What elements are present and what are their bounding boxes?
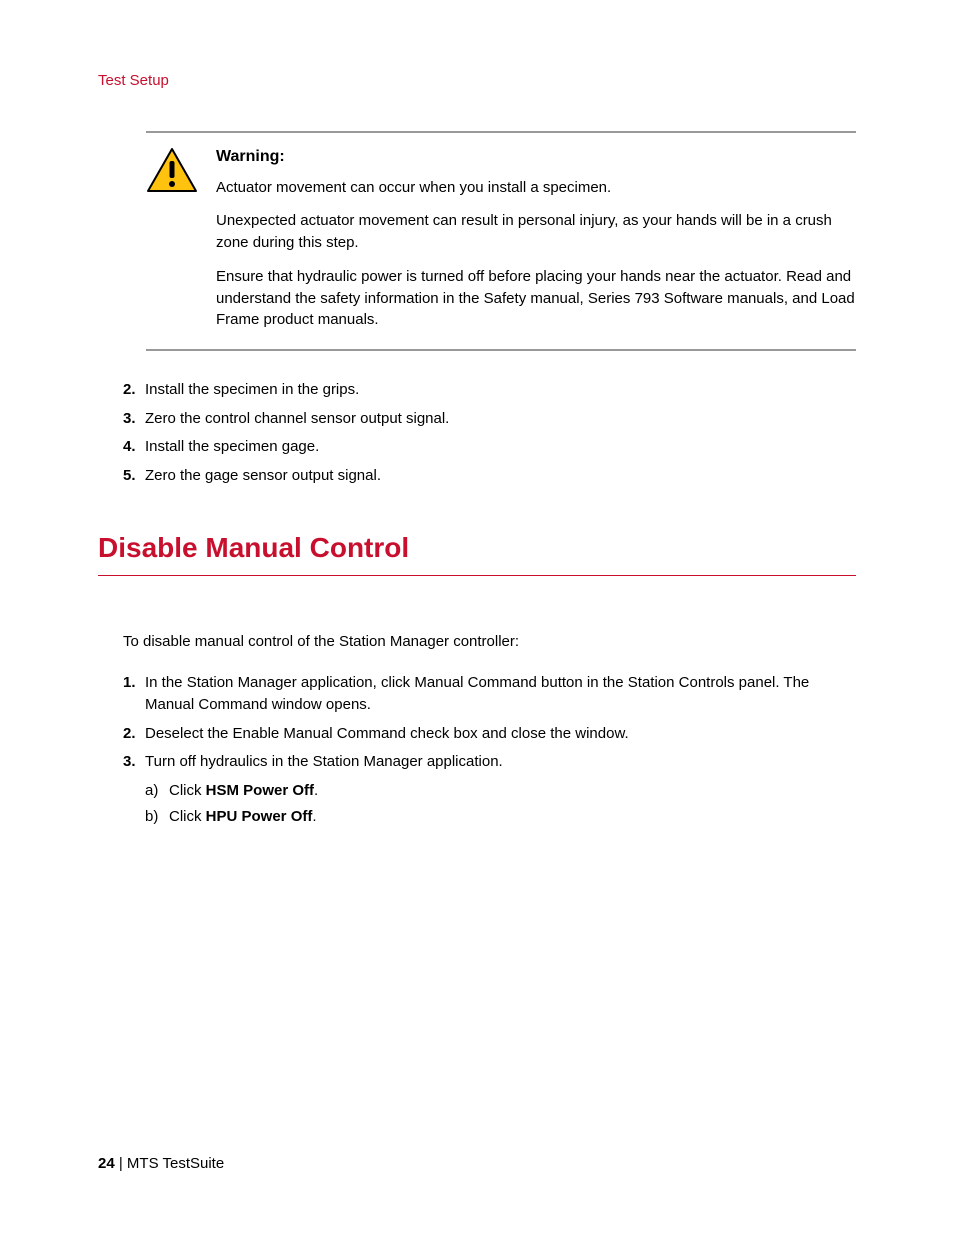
step-text: Turn off hydraulics in the Station Manag… [145,751,503,774]
section-intro: To disable manual control of the Station… [123,631,856,654]
footer-separator: | [115,1155,127,1172]
step-text: Install the specimen in the grips. [145,379,359,402]
step-number: 3. [123,408,145,431]
list-item: a) Click HSM Power Off. [145,780,856,803]
warning-icon [146,147,198,332]
step-text: Deselect the Enable Manual Command check… [145,723,629,746]
heading-divider [98,575,856,576]
warning-paragraph: Ensure that hydraulic power is turned of… [216,266,856,331]
header-section-link: Test Setup [98,70,856,93]
document-title: MTS TestSuite [127,1155,224,1172]
page-number: 24 [98,1155,115,1172]
list-item: 1. In the Station Manager application, c… [123,672,856,717]
list-item: b) Click HPU Power Off. [145,806,856,829]
step-text: In the Station Manager application, clic… [145,672,856,717]
list-item: 3. Zero the control channel sensor outpu… [123,408,856,431]
sub-step-text: Click HPU Power Off. [169,806,317,829]
sub-step-marker: a) [145,780,169,803]
warning-paragraph: Unexpected actuator movement can result … [216,210,856,254]
step-number: 5. [123,465,145,488]
page-footer: 24 | MTS TestSuite [98,1153,224,1176]
list-item: 2. Install the specimen in the grips. [123,379,856,402]
step-number: 2. [123,379,145,402]
list-item: 2. Deselect the Enable Manual Command ch… [123,723,856,746]
sub-step-text: Click HSM Power Off. [169,780,318,803]
steps-list-continued: 2. Install the specimen in the grips. 3.… [123,379,856,487]
step-text: Install the specimen gage. [145,436,319,459]
warning-box: Warning: Actuator movement can occur whe… [146,131,856,352]
list-item: 5. Zero the gage sensor output signal. [123,465,856,488]
step-number: 3. [123,751,145,774]
steps-list: 1. In the Station Manager application, c… [123,672,856,829]
list-item: 4. Install the specimen gage. [123,436,856,459]
step-number: 2. [123,723,145,746]
sub-steps-list: a) Click HSM Power Off. b) Click HPU Pow… [145,780,856,829]
warning-title: Warning: [216,145,856,169]
step-text: Zero the control channel sensor output s… [145,408,449,431]
list-item: 3. Turn off hydraulics in the Station Ma… [123,751,856,829]
step-text: Zero the gage sensor output signal. [145,465,381,488]
section-heading: Disable Manual Control [98,527,856,569]
step-number: 4. [123,436,145,459]
step-number: 1. [123,672,145,717]
warning-paragraph: Actuator movement can occur when you ins… [216,177,856,199]
sub-step-marker: b) [145,806,169,829]
